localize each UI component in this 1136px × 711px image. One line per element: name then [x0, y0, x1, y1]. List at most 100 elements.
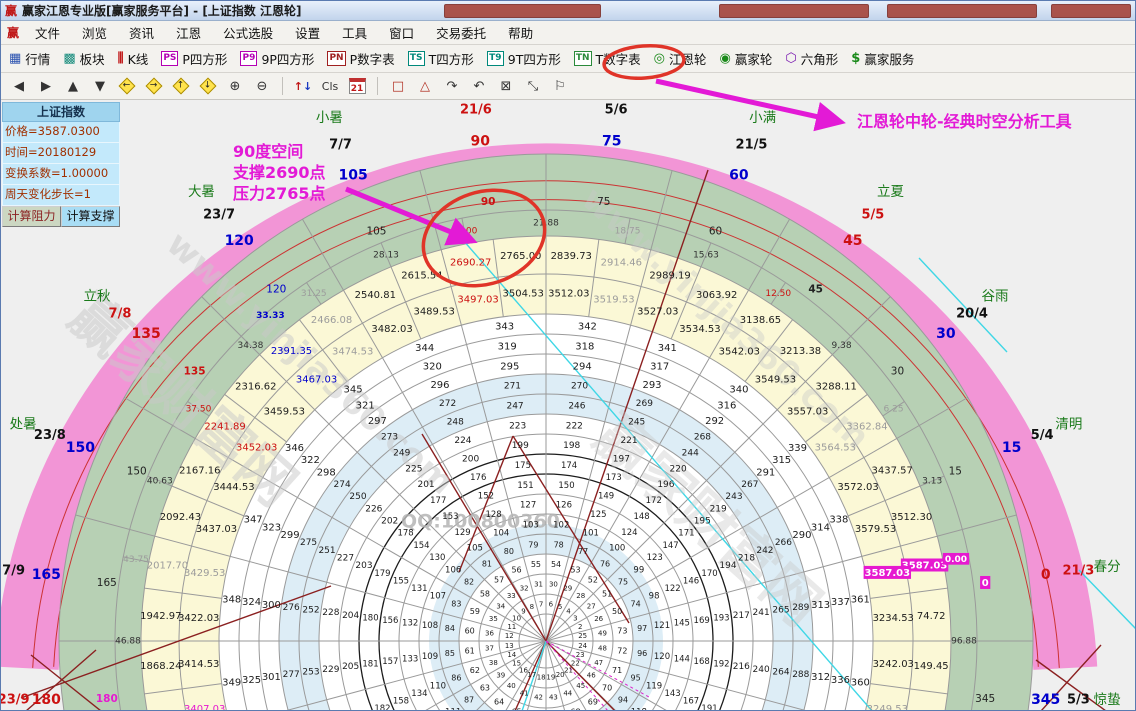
chart-area: 赢家财富网www.yinjia360.com赢家财富网www.yinjia360…	[1, 100, 1136, 711]
toolbar-item-hexagon[interactable]: ⬡六角形	[785, 49, 838, 68]
menu-公式选股[interactable]: 公式选股	[212, 21, 284, 44]
wheel-value: 249	[393, 448, 410, 458]
rotate-cw-button[interactable]: ↷	[442, 76, 462, 96]
rotate-ccw-button[interactable]: ↶	[469, 76, 489, 96]
wheel-value: 120	[654, 652, 670, 662]
wheel-value: 48	[598, 644, 607, 652]
toolbar-item-9p-square[interactable]: P99P四方形	[240, 49, 314, 68]
zoom-in-button[interactable]: ⊕	[225, 76, 245, 96]
calendar-button[interactable]: 21	[347, 76, 367, 96]
triangle-tool-button[interactable]: △	[415, 76, 435, 96]
delete-box-button[interactable]: ⊠	[496, 76, 516, 96]
rect-tool-button[interactable]: □	[388, 76, 408, 96]
wheel-value: 27	[587, 602, 596, 610]
move-left-button[interactable]: ←	[117, 76, 137, 96]
wheel-value: 58	[480, 590, 490, 599]
calc-support-button[interactable]: 计算支撑	[61, 206, 120, 227]
wheel-value: 322	[301, 455, 320, 466]
page-up-button[interactable]: ▲	[63, 76, 83, 96]
wheel-value: 131	[411, 584, 427, 594]
wheel-value: 120	[266, 284, 286, 296]
wheel-value: 64	[494, 698, 504, 707]
toolbar-item-winner-service[interactable]: $赢家服务	[851, 49, 914, 68]
background-window-tab[interactable]	[1051, 4, 1131, 18]
toolbar-item-9t-square[interactable]: T99T四方形	[487, 49, 561, 68]
wheel-value: 40	[507, 682, 516, 690]
wheel-value: 297	[368, 416, 387, 427]
wheel-value: 170	[701, 569, 717, 579]
wheel-value: 62	[470, 666, 480, 675]
calc-resistance-button[interactable]: 计算阻力	[2, 206, 61, 227]
wheel-value: 224	[454, 436, 471, 446]
move-right-button[interactable]: →	[144, 76, 164, 96]
menu-设置[interactable]: 设置	[284, 21, 331, 44]
wheel-value: 154	[413, 541, 429, 551]
flag-tool-button[interactable]: ⚐	[550, 76, 570, 96]
toolbar-item-quotes[interactable]: ▦行情	[9, 49, 50, 68]
menu-江恩[interactable]: 江恩	[165, 21, 212, 44]
wheel-value: 174	[561, 461, 577, 471]
wheel-value: 251	[318, 546, 335, 556]
menu-帮助[interactable]: 帮助	[497, 21, 544, 44]
t-square-label: T四方形	[429, 49, 474, 68]
wheel-value: 3.13	[922, 477, 942, 487]
menu-文件[interactable]: 文件	[24, 21, 71, 44]
degree-label-90: 90	[470, 133, 490, 149]
wheel-value: 296	[430, 380, 449, 391]
background-window-tab[interactable]	[444, 4, 601, 18]
wheel-value: 18	[537, 674, 546, 682]
move-down-button[interactable]: ↓	[198, 76, 218, 96]
wheel-value: 77	[578, 547, 588, 556]
menu-交易委托[interactable]: 交易委托	[425, 21, 497, 44]
toolbar-item-kline[interactable]: ⫼K线	[118, 49, 149, 68]
wheel-value: 37.50	[186, 404, 212, 414]
cls-button[interactable]: Cls	[320, 76, 340, 96]
wheel-value: 73	[617, 626, 627, 635]
wheel-value: 274	[334, 480, 351, 490]
toolbar-item-t-square[interactable]: TST四方形	[408, 49, 474, 68]
wheel-value: 152	[478, 491, 494, 501]
wheel-value: 227	[337, 553, 354, 563]
zoom-out-button[interactable]: ⊖	[252, 76, 272, 96]
panel-row-2: 变换系数=1.00000	[2, 164, 120, 185]
menu-浏览[interactable]: 浏览	[71, 21, 118, 44]
wheel-value: 47	[594, 659, 603, 667]
toolbar-item-p-number-table[interactable]: PNP数字表	[327, 49, 394, 68]
wheel-value: 205	[342, 662, 359, 672]
date-label: 7/7	[329, 137, 352, 152]
wheel-value: 99	[633, 565, 644, 575]
toolbar-item-sectors[interactable]: ▩板块	[63, 49, 104, 68]
move-up-button[interactable]: ↑	[171, 76, 191, 96]
wheel-value: 2	[578, 623, 582, 631]
page-next-button[interactable]: ▶	[36, 76, 56, 96]
background-window-tab[interactable]	[719, 4, 869, 18]
wheel-value: 1942.97	[140, 611, 181, 622]
wheel-value: 105	[467, 544, 483, 554]
wheel-value: 250	[349, 492, 366, 502]
wheel-value: 97	[637, 624, 647, 633]
wheel-value: 181	[362, 660, 378, 670]
wheel-value: 241	[753, 608, 770, 618]
t-scale-button[interactable]: ↑↓	[293, 76, 313, 96]
annotation-tool-note: 江恩轮中轮-经典时空分析工具	[857, 108, 1072, 132]
toolbar-item-p-square[interactable]: PSP四方形	[161, 49, 227, 68]
wheel-value: 9.38	[832, 341, 852, 351]
toolbar-item-gann-wheel[interactable]: ◎江恩轮	[654, 49, 707, 68]
wheel-value: 157	[382, 657, 398, 667]
page-down-button[interactable]: ▼	[90, 76, 110, 96]
gann-wheel[interactable]: 赢家财富网www.yinjia360.com赢家财富网www.yinjia360…	[1, 100, 1136, 711]
wheel-value: 3407.03	[184, 704, 225, 711]
toolbar-item-winner-wheel[interactable]: ◉赢家轮	[720, 49, 773, 68]
fit-view-button[interactable]: ⤡	[523, 76, 543, 96]
menu-窗口[interactable]: 窗口	[378, 21, 425, 44]
menu-工具[interactable]: 工具	[331, 21, 378, 44]
wheel-value: 94	[618, 696, 628, 705]
menu-资讯[interactable]: 资讯	[118, 21, 165, 44]
app-window: 赢 赢家江恩专业版[赢家服务平台] - [上证指数 江恩轮] 赢 文件浏览资讯江…	[0, 0, 1136, 711]
toolbar-item-t-number-table[interactable]: TNT数字表	[574, 49, 641, 68]
page-prev-button[interactable]: ◀	[9, 76, 29, 96]
wheel-value: 2316.62	[235, 381, 276, 392]
wheel-value: 14	[507, 651, 516, 659]
background-window-tab[interactable]	[887, 4, 1037, 18]
panel-row-0: 价格=3587.0300	[2, 122, 120, 143]
